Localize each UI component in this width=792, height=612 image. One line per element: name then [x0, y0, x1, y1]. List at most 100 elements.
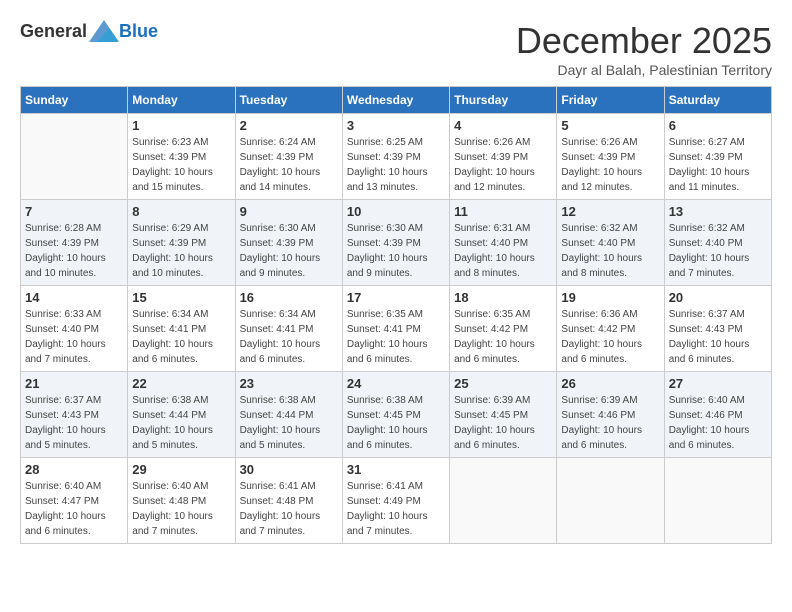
- day-number: 31: [347, 462, 445, 477]
- day-number: 30: [240, 462, 338, 477]
- table-row: 11 Sunrise: 6:31 AMSunset: 4:40 PMDayligh…: [450, 200, 557, 286]
- day-number: 26: [561, 376, 659, 391]
- day-number: 5: [561, 118, 659, 133]
- day-number: 11: [454, 204, 552, 219]
- day-number: 23: [240, 376, 338, 391]
- day-info: Sunrise: 6:26 AMSunset: 4:39 PMDaylight:…: [454, 135, 552, 195]
- table-row: 1Sunrise: 6:23 AMSunset: 4:39 PMDaylight…: [128, 114, 235, 200]
- page-header: General Blue December 2025 Dayr al Balah…: [20, 20, 772, 78]
- table-row: 6 Sunrise: 6:27 AMSunset: 4:39 PMDaylight…: [664, 114, 771, 200]
- table-row: 20 Sunrise: 6:37 AMSunset: 4:43 PMDayligh…: [664, 286, 771, 372]
- day-number: 6: [669, 118, 767, 133]
- day-number: 4: [454, 118, 552, 133]
- day-number: 27: [669, 376, 767, 391]
- day-number: 17: [347, 290, 445, 305]
- calendar-week-row: 28 Sunrise: 6:40 AMSunset: 4:47 PMDayligh…: [21, 458, 772, 544]
- day-info: Sunrise: 6:37 AMSunset: 4:43 PMDaylight:…: [25, 393, 123, 453]
- month-title: December 2025: [516, 20, 772, 62]
- calendar-week-row: 21 Sunrise: 6:37 AMSunset: 4:43 PMDayligh…: [21, 372, 772, 458]
- header-sunday: Sunday: [21, 87, 128, 114]
- day-info: Sunrise: 6:35 AMSunset: 4:42 PMDaylight:…: [454, 307, 552, 367]
- table-row: 13 Sunrise: 6:32 AMSunset: 4:40 PMDayligh…: [664, 200, 771, 286]
- day-number: 8: [132, 204, 230, 219]
- day-info: Sunrise: 6:32 AMSunset: 4:40 PMDaylight:…: [561, 221, 659, 281]
- table-row: 5 Sunrise: 6:26 AMSunset: 4:39 PMDaylight…: [557, 114, 664, 200]
- day-number: 21: [25, 376, 123, 391]
- day-number: 13: [669, 204, 767, 219]
- header-thursday: Thursday: [450, 87, 557, 114]
- location-subtitle: Dayr al Balah, Palestinian Territory: [516, 62, 772, 78]
- day-number: 18: [454, 290, 552, 305]
- title-area: December 2025 Dayr al Balah, Palestinian…: [516, 20, 772, 78]
- logo-blue: Blue: [119, 21, 158, 42]
- table-row: 17 Sunrise: 6:35 AMSunset: 4:41 PMDayligh…: [342, 286, 449, 372]
- day-number: 29: [132, 462, 230, 477]
- day-info: Sunrise: 6:41 AMSunset: 4:49 PMDaylight:…: [347, 479, 445, 539]
- day-info: Sunrise: 6:24 AMSunset: 4:39 PMDaylight:…: [240, 135, 338, 195]
- table-row: 7Sunrise: 6:28 AMSunset: 4:39 PMDaylight…: [21, 200, 128, 286]
- table-row: 26Sunrise: 6:39 AMSunset: 4:46 PMDayligh…: [557, 372, 664, 458]
- day-info: Sunrise: 6:30 AMSunset: 4:39 PMDaylight:…: [347, 221, 445, 281]
- day-number: 14: [25, 290, 123, 305]
- day-info: Sunrise: 6:34 AMSunset: 4:41 PMDaylight:…: [132, 307, 230, 367]
- table-row: 2 Sunrise: 6:24 AMSunset: 4:39 PMDaylight…: [235, 114, 342, 200]
- day-info: Sunrise: 6:27 AMSunset: 4:39 PMDaylight:…: [669, 135, 767, 195]
- day-number: 28: [25, 462, 123, 477]
- day-number: 22: [132, 376, 230, 391]
- header-saturday: Saturday: [664, 87, 771, 114]
- day-info: Sunrise: 6:28 AMSunset: 4:39 PMDaylight:…: [25, 221, 123, 281]
- day-number: 19: [561, 290, 659, 305]
- day-info: Sunrise: 6:38 AMSunset: 4:44 PMDaylight:…: [240, 393, 338, 453]
- day-info: Sunrise: 6:40 AMSunset: 4:46 PMDaylight:…: [669, 393, 767, 453]
- day-info: Sunrise: 6:38 AMSunset: 4:44 PMDaylight:…: [132, 393, 230, 453]
- table-row: 31 Sunrise: 6:41 AMSunset: 4:49 PMDayligh…: [342, 458, 449, 544]
- table-row: 28 Sunrise: 6:40 AMSunset: 4:47 PMDayligh…: [21, 458, 128, 544]
- day-info: Sunrise: 6:37 AMSunset: 4:43 PMDaylight:…: [669, 307, 767, 367]
- table-row: 14 Sunrise: 6:33 AMSunset: 4:40 PMDayligh…: [21, 286, 128, 372]
- table-row: 18 Sunrise: 6:35 AMSunset: 4:42 PMDayligh…: [450, 286, 557, 372]
- table-row: 27 Sunrise: 6:40 AMSunset: 4:46 PMDayligh…: [664, 372, 771, 458]
- day-info: Sunrise: 6:38 AMSunset: 4:45 PMDaylight:…: [347, 393, 445, 453]
- day-info: Sunrise: 6:41 AMSunset: 4:48 PMDaylight:…: [240, 479, 338, 539]
- day-number: 12: [561, 204, 659, 219]
- calendar-header-row: Sunday Monday Tuesday Wednesday Thursday…: [21, 87, 772, 114]
- day-info: Sunrise: 6:40 AMSunset: 4:47 PMDaylight:…: [25, 479, 123, 539]
- day-info: Sunrise: 6:29 AMSunset: 4:39 PMDaylight:…: [132, 221, 230, 281]
- table-row: 3 Sunrise: 6:25 AMSunset: 4:39 PMDaylight…: [342, 114, 449, 200]
- day-info: Sunrise: 6:31 AMSunset: 4:40 PMDaylight:…: [454, 221, 552, 281]
- calendar-table: Sunday Monday Tuesday Wednesday Thursday…: [20, 86, 772, 544]
- day-number: 3: [347, 118, 445, 133]
- day-number: 15: [132, 290, 230, 305]
- table-row: 10Sunrise: 6:30 AMSunset: 4:39 PMDayligh…: [342, 200, 449, 286]
- calendar-week-row: 1Sunrise: 6:23 AMSunset: 4:39 PMDaylight…: [21, 114, 772, 200]
- header-tuesday: Tuesday: [235, 87, 342, 114]
- day-info: Sunrise: 6:25 AMSunset: 4:39 PMDaylight:…: [347, 135, 445, 195]
- day-number: 16: [240, 290, 338, 305]
- table-row: 22 Sunrise: 6:38 AMSunset: 4:44 PMDayligh…: [128, 372, 235, 458]
- day-number: 1: [132, 118, 230, 133]
- table-row: 25Sunrise: 6:39 AMSunset: 4:45 PMDayligh…: [450, 372, 557, 458]
- table-row: 29 Sunrise: 6:40 AMSunset: 4:48 PMDayligh…: [128, 458, 235, 544]
- logo-general: General: [20, 21, 87, 42]
- table-row: 30 Sunrise: 6:41 AMSunset: 4:48 PMDayligh…: [235, 458, 342, 544]
- calendar-week-row: 7Sunrise: 6:28 AMSunset: 4:39 PMDaylight…: [21, 200, 772, 286]
- header-monday: Monday: [128, 87, 235, 114]
- day-info: Sunrise: 6:36 AMSunset: 4:42 PMDaylight:…: [561, 307, 659, 367]
- day-info: Sunrise: 6:30 AMSunset: 4:39 PMDaylight:…: [240, 221, 338, 281]
- table-row: 12 Sunrise: 6:32 AMSunset: 4:40 PMDayligh…: [557, 200, 664, 286]
- table-row: [557, 458, 664, 544]
- day-info: Sunrise: 6:35 AMSunset: 4:41 PMDaylight:…: [347, 307, 445, 367]
- table-row: 9Sunrise: 6:30 AMSunset: 4:39 PMDaylight…: [235, 200, 342, 286]
- day-info: Sunrise: 6:40 AMSunset: 4:48 PMDaylight:…: [132, 479, 230, 539]
- day-info: Sunrise: 6:32 AMSunset: 4:40 PMDaylight:…: [669, 221, 767, 281]
- day-info: Sunrise: 6:34 AMSunset: 4:41 PMDaylight:…: [240, 307, 338, 367]
- table-row: [450, 458, 557, 544]
- day-info: Sunrise: 6:26 AMSunset: 4:39 PMDaylight:…: [561, 135, 659, 195]
- day-number: 20: [669, 290, 767, 305]
- table-row: 8 Sunrise: 6:29 AMSunset: 4:39 PMDaylight…: [128, 200, 235, 286]
- table-row: 23 Sunrise: 6:38 AMSunset: 4:44 PMDayligh…: [235, 372, 342, 458]
- day-info: Sunrise: 6:33 AMSunset: 4:40 PMDaylight:…: [25, 307, 123, 367]
- calendar-week-row: 14 Sunrise: 6:33 AMSunset: 4:40 PMDayligh…: [21, 286, 772, 372]
- table-row: 19 Sunrise: 6:36 AMSunset: 4:42 PMDayligh…: [557, 286, 664, 372]
- day-number: 2: [240, 118, 338, 133]
